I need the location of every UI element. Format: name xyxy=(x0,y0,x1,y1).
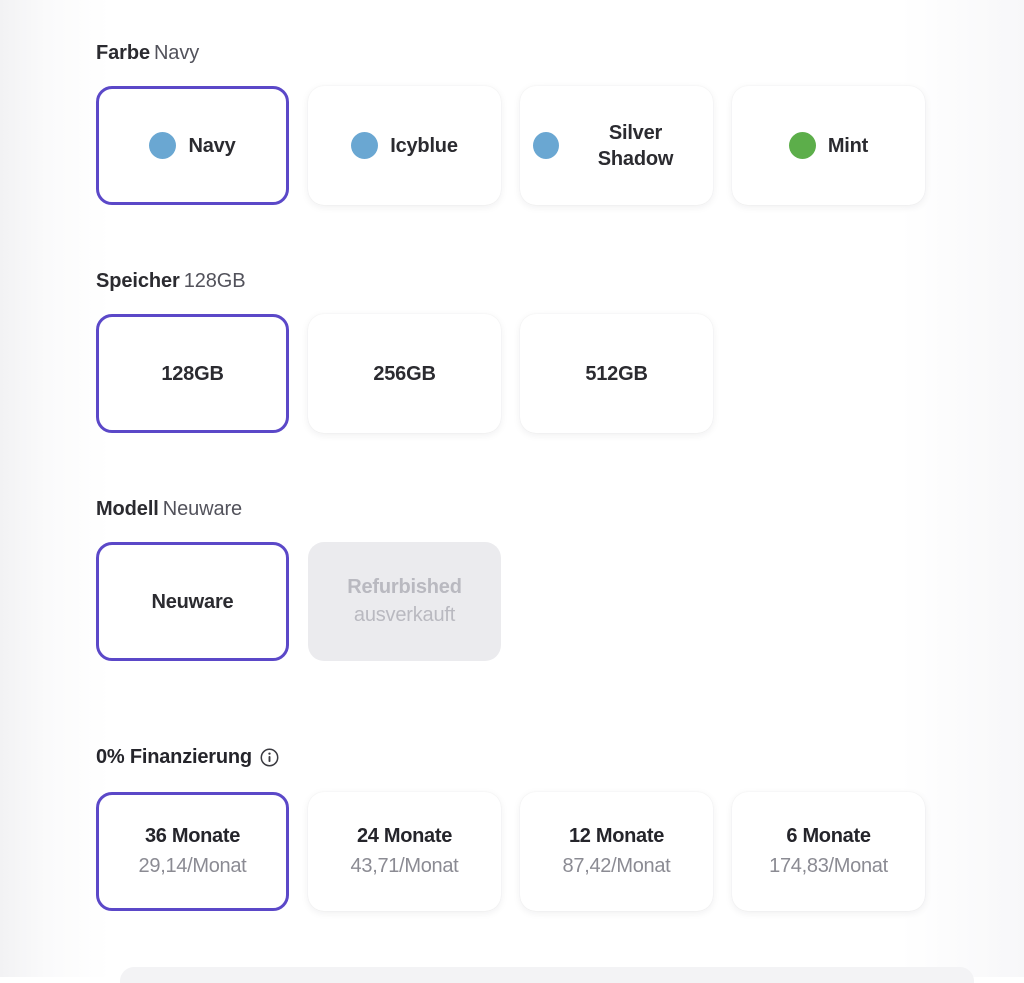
color-option-silver-shadow-content: Silver Shadow xyxy=(533,120,700,172)
financing-option-12-monate-term: 12 Monate xyxy=(568,825,665,847)
section-speicher-value: 128GB xyxy=(183,270,246,292)
color-option-navy-content: Navy xyxy=(109,132,276,159)
color-swatch-navy xyxy=(149,132,177,159)
section-farbe-heading: Farbe Navy xyxy=(96,40,1024,66)
farbe-options-row: Navy Icyblue Silver Shadow Mint xyxy=(96,86,1024,205)
section-speicher-heading: Speicher 128GB xyxy=(96,268,1024,294)
financing-option-24-monate[interactable]: 24 Monate 43,71/Monat xyxy=(308,792,501,911)
financing-option-12-monate[interactable]: 12 Monate 87,42/Monat xyxy=(520,792,713,911)
financing-option-36-monate[interactable]: 36 Monate 29,14/Monat xyxy=(96,792,289,911)
info-circle-icon[interactable] xyxy=(260,748,279,767)
section-modell-value: Neuware xyxy=(162,498,243,520)
color-option-icyblue[interactable]: Icyblue xyxy=(308,86,501,205)
section-finanzierung: 0% Finanzierung 36 Monate 29,14/Monat 24… xyxy=(96,744,1024,911)
financing-option-36-monate-term: 36 Monate xyxy=(144,825,241,847)
product-configurator: Farbe Navy Navy Icyblue Silver Shadow Mi… xyxy=(0,0,1024,911)
financing-option-24-monate-term: 24 Monate xyxy=(356,825,453,847)
color-swatch-silver-shadow xyxy=(533,132,559,159)
section-modell: Modell Neuware Neuware Refurbished ausver… xyxy=(96,496,1024,661)
financing-option-36-monate-rate: 29,14/Monat xyxy=(138,855,247,877)
model-option-neuware-label: Neuware xyxy=(151,590,234,613)
storage-option-512gb[interactable]: 512GB xyxy=(520,314,713,433)
section-finanzierung-title: 0% Finanzierung xyxy=(96,746,252,768)
section-speicher-label: Speicher xyxy=(96,270,180,292)
color-option-mint-label: Mint xyxy=(827,134,869,157)
financing-option-36-monate-content: 36 Monate 29,14/Monat xyxy=(139,823,247,880)
section-farbe-value: Navy xyxy=(153,42,200,64)
color-option-mint-content: Mint xyxy=(745,132,912,159)
financing-option-6-monate-content: 6 Monate 174,83/Monat xyxy=(769,823,888,880)
storage-option-256gb[interactable]: 256GB xyxy=(308,314,501,433)
model-option-refurbished-status: ausverkauft xyxy=(353,604,456,626)
finanzierung-options-row: 36 Monate 29,14/Monat 24 Monate 43,71/Mo… xyxy=(96,792,1024,911)
section-farbe: Farbe Navy Navy Icyblue Silver Shadow Mi… xyxy=(96,40,1024,205)
storage-option-256gb-label: 256GB xyxy=(373,362,436,385)
financing-option-24-monate-content: 24 Monate 43,71/Monat xyxy=(351,823,459,880)
storage-option-512gb-label: 512GB xyxy=(585,362,648,385)
financing-option-6-monate[interactable]: 6 Monate 174,83/Monat xyxy=(732,792,925,911)
storage-option-128gb[interactable]: 128GB xyxy=(96,314,289,433)
color-option-silver-shadow-label: Silver Shadow xyxy=(597,121,674,170)
financing-option-12-monate-rate: 87,42/Monat xyxy=(562,855,671,877)
financing-option-6-monate-term: 6 Monate xyxy=(786,825,871,847)
modell-options-row: Neuware Refurbished ausverkauft xyxy=(96,542,1024,661)
section-modell-label: Modell xyxy=(96,498,159,520)
section-speicher: Speicher 128GB 128GB 256GB 512GB xyxy=(96,268,1024,433)
financing-option-12-monate-content: 12 Monate 87,42/Monat xyxy=(563,823,671,880)
color-option-icyblue-label: Icyblue xyxy=(390,134,458,157)
color-swatch-icyblue xyxy=(351,132,379,159)
color-option-navy-label: Navy xyxy=(188,134,236,157)
next-section-card-peek xyxy=(120,967,974,983)
color-option-icyblue-content: Icyblue xyxy=(321,132,488,159)
color-swatch-mint xyxy=(788,132,816,159)
color-option-navy[interactable]: Navy xyxy=(96,86,289,205)
model-option-refurbished: Refurbished ausverkauft xyxy=(308,542,501,661)
color-option-silver-shadow[interactable]: Silver Shadow xyxy=(520,86,713,205)
color-option-mint[interactable]: Mint xyxy=(732,86,925,205)
financing-option-6-monate-rate: 174,83/Monat xyxy=(769,855,888,877)
speicher-options-row: 128GB 256GB 512GB xyxy=(96,314,1024,433)
model-option-neuware[interactable]: Neuware xyxy=(96,542,289,661)
storage-option-128gb-label: 128GB xyxy=(161,362,224,385)
section-finanzierung-heading: 0% Finanzierung xyxy=(96,744,1024,770)
section-modell-heading: Modell Neuware xyxy=(96,496,1024,522)
financing-option-24-monate-rate: 43,71/Monat xyxy=(350,855,459,877)
section-farbe-label: Farbe xyxy=(96,42,150,64)
model-option-refurbished-label: Refurbished xyxy=(347,576,462,598)
model-option-refurbished-content: Refurbished ausverkauft xyxy=(347,574,462,629)
